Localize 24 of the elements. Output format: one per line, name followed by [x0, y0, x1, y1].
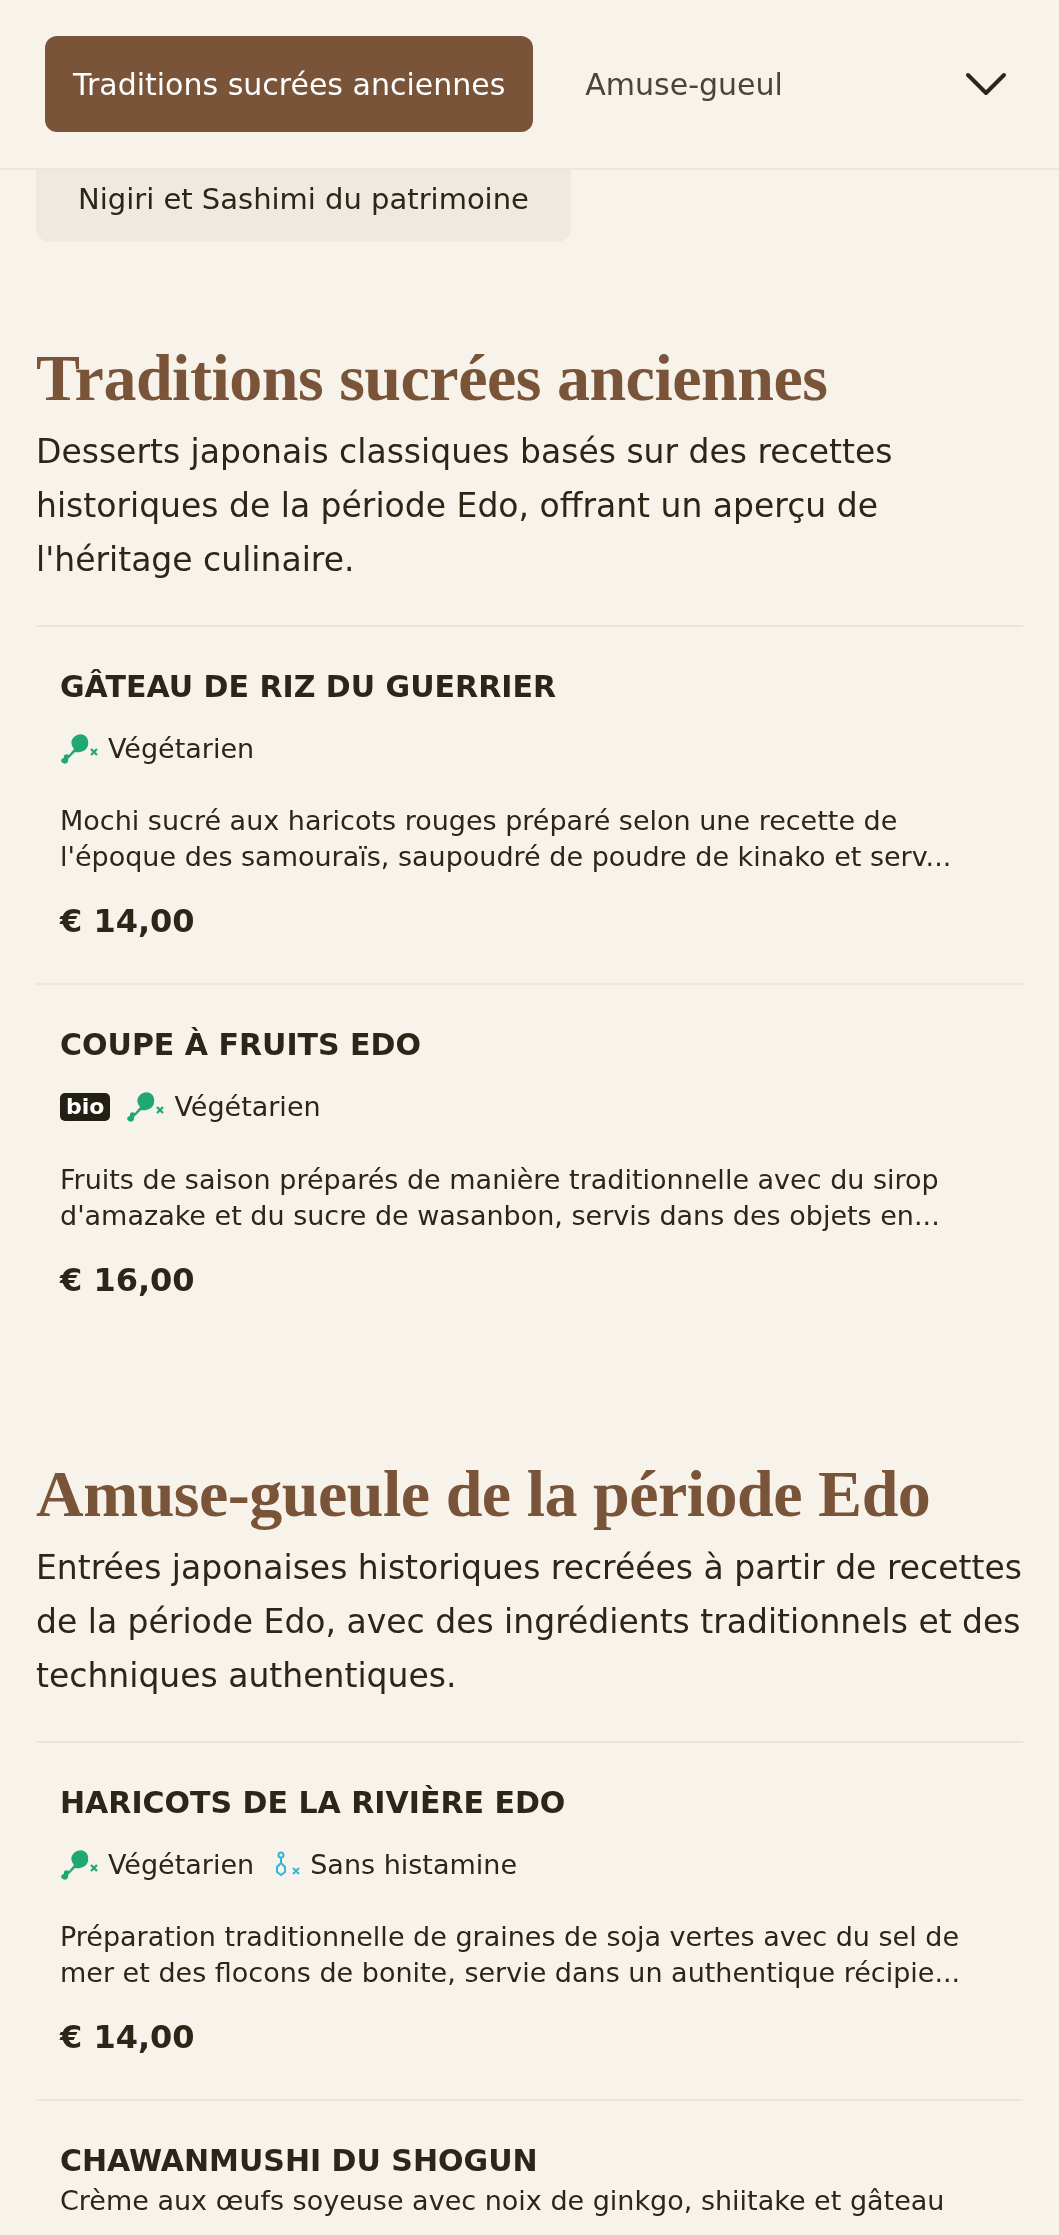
diet-label: Végétarien — [108, 1847, 255, 1882]
dish-name: CHAWANMUSHI DU SHOGUN — [60, 2143, 539, 2180]
section-title: Amuse-gueule de la période Edo — [36, 1455, 932, 1532]
category-chip[interactable]: Nigiri et Sashimi du patrimoine — [36, 168, 571, 242]
category-tab[interactable]: Traditions sucrées anciennes — [45, 36, 534, 132]
price: € 14,00 — [60, 2017, 196, 2059]
section-description: Desserts japonais classiques basés sur des recettes historiques de la période Edo, offrant un aperçu de l'héritage culinaire. — [36, 430, 894, 581]
category-tab[interactable]: Amuse-gueul — [557, 36, 793, 132]
dish-name: GÂTEAU DE RIZ DU GUERRIER — [60, 668, 557, 705]
section-description: Entrées japonaises historiques recréées à partir de recettes de la période Edo, avec des ingrédients traditionnels et des techniques authentiques. — [36, 1546, 1023, 1697]
diet-label: Sans histamine — [310, 1847, 517, 1882]
diet-label: Végétarien — [174, 1090, 321, 1125]
dish-name: COUPE À FRUITS EDO — [60, 1027, 422, 1064]
price: € 14,00 — [60, 901, 196, 943]
dish-description: Mochi sucré aux haricots rouges préparé selon une recette de l'époque des samouraïs, saupoudré de poudre de kinako et serv... — [60, 804, 953, 875]
dish-description: Préparation traditionnelle de graines de soja vertes avec du sel de mer et des flocons de bonite, servie dans un authentique récipie... — [60, 1920, 962, 1991]
organic-badge: bio — [60, 1093, 111, 1122]
dish-description: Fruits de saison préparés de manière traditionnelle avec du sirop d'amazake et du sucre de wasanbon, servis dans des objets en... — [60, 1162, 941, 1233]
chevron-down-icon — [964, 71, 1008, 97]
dish-description: Crème aux œufs soyeuse avec noix de ginkgo, shiitake et gâteau — [60, 2184, 946, 2219]
dish-name: HARICOTS DE LA RIVIÈRE EDO — [60, 1784, 567, 1821]
diet-label: Végétarien — [108, 731, 255, 766]
section-title: Traditions sucrées anciennes — [36, 339, 829, 416]
price: € 16,00 — [60, 1259, 196, 1301]
